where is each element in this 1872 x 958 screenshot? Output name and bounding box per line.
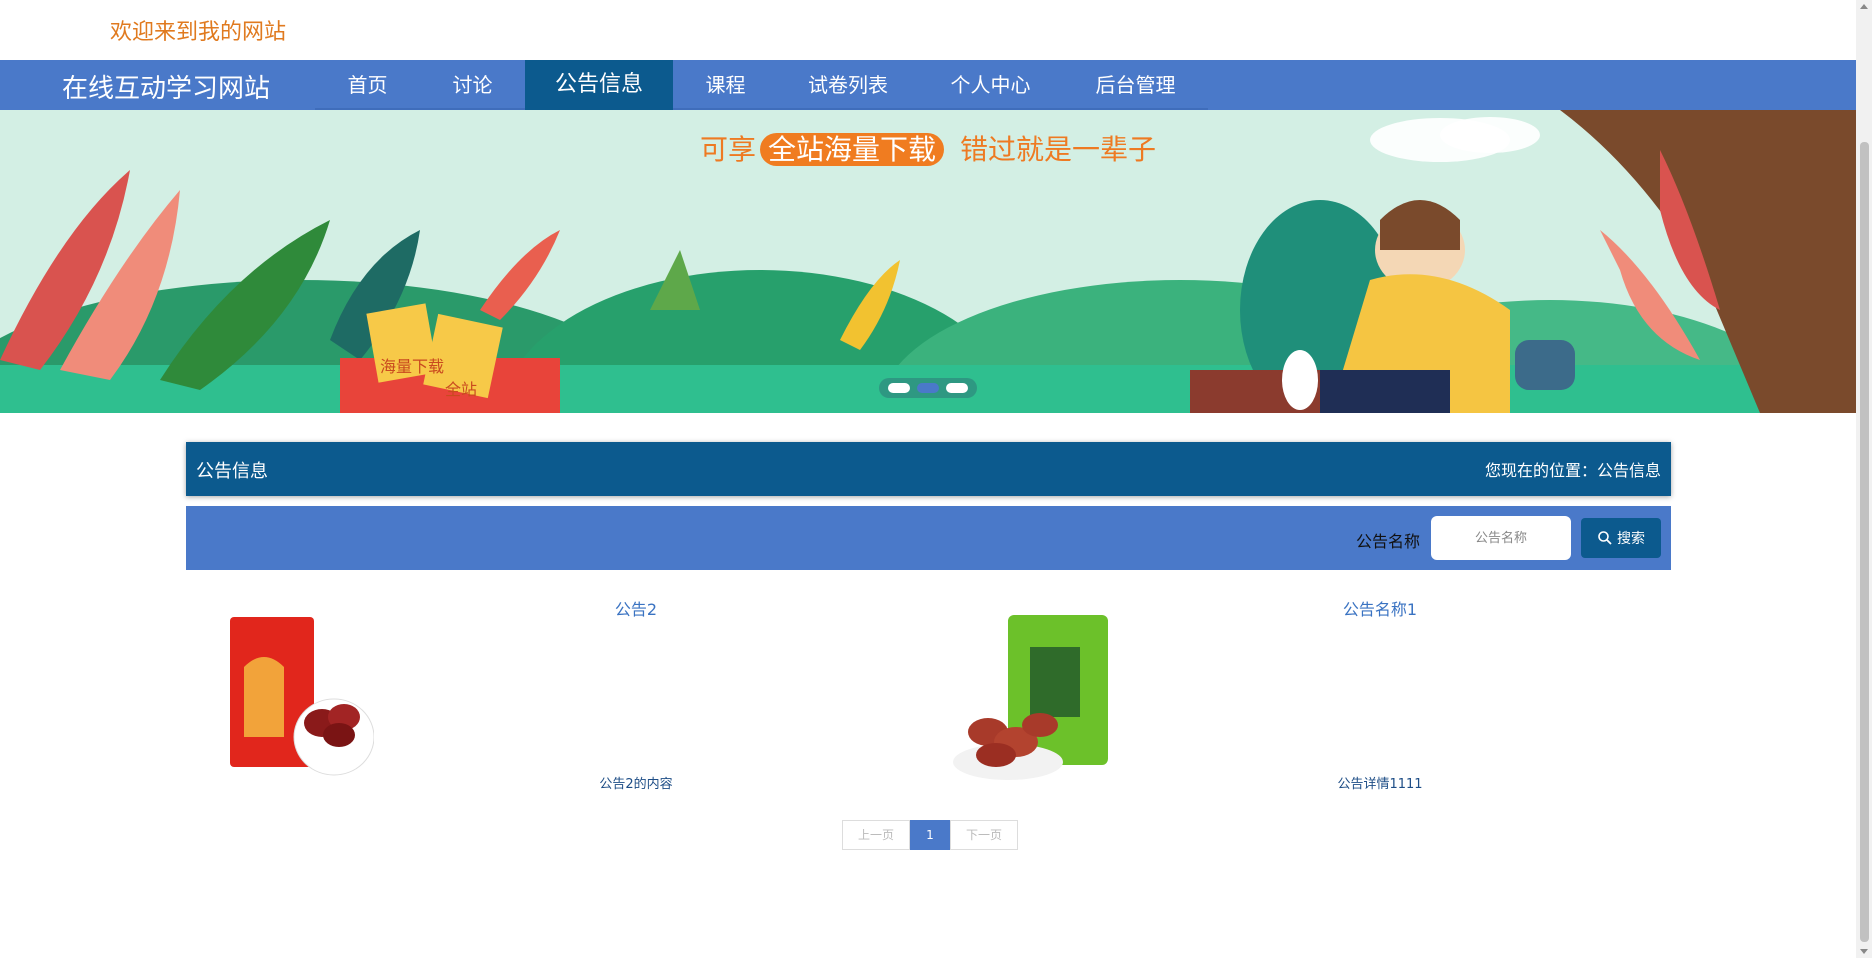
vertical-scrollbar[interactable] (1856, 0, 1872, 958)
scroll-up-arrow-icon[interactable] (1860, 4, 1868, 9)
section-title: 公告信息 (196, 461, 268, 482)
carousel-dot-2[interactable] (916, 383, 939, 393)
nav-exam-list[interactable]: 试卷列表 (778, 60, 918, 110)
banner-carousel[interactable]: 海量下载 全站 可享 全站海量下载 错过就是一辈子 (0, 110, 1856, 413)
nav-personal-center[interactable]: 个人中心 (918, 60, 1063, 110)
prev-page-button[interactable]: 上一页 (842, 820, 910, 850)
banner-text-post: 错过就是一辈子 (960, 133, 1157, 166)
section-header: 公告信息 您现在的位置：公告信息 (186, 442, 1671, 496)
carousel-dot-3[interactable] (945, 383, 968, 393)
announcement-desc: 公告详情1111 (1337, 777, 1423, 792)
search-button[interactable]: 搜索 (1581, 518, 1661, 558)
pagination: 上一页 1 下一页 (842, 820, 1018, 850)
nav-items: 首页 讨论 公告信息 课程 试卷列表 个人中心 后台管理 (315, 60, 1208, 110)
search-bar: 公告名称 搜索 (186, 506, 1671, 570)
site-brand[interactable]: 在线互动学习网站 (62, 68, 270, 105)
announcement-desc: 公告2的内容 (599, 777, 673, 792)
gift-box-text-2: 全站 (445, 380, 477, 399)
welcome-text: 欢迎来到我的网站 (110, 20, 287, 45)
banner-text-pre: 可享 (699, 133, 756, 166)
banner-text-highlight: 全站海量下载 (759, 133, 944, 166)
scroll-down-arrow-icon[interactable] (1860, 949, 1868, 954)
announcement-title[interactable]: 公告名称1 (1130, 596, 1630, 620)
announcement-image[interactable] (204, 597, 374, 787)
search-icon (1598, 531, 1612, 545)
search-button-label: 搜索 (1617, 531, 1645, 547)
search-label: 公告名称 (1356, 532, 1421, 551)
banner-headline: 可享 全站海量下载 错过就是一辈子 (0, 128, 1856, 168)
main-nav: 在线互动学习网站 首页 讨论 公告信息 课程 试卷列表 个人中心 后台管理 (0, 60, 1856, 110)
announcement-image[interactable] (948, 597, 1118, 787)
nav-discussion[interactable]: 讨论 (420, 60, 525, 110)
carousel-dot-1[interactable] (888, 383, 911, 393)
nav-admin[interactable]: 后台管理 (1063, 60, 1208, 110)
page-number-current[interactable]: 1 (910, 820, 950, 850)
breadcrumb: 您现在的位置：公告信息 (1484, 461, 1661, 480)
announcement-card[interactable]: 公告2 公告2的内容 (186, 592, 926, 792)
nav-courses[interactable]: 课程 (673, 60, 778, 110)
carousel-indicators (879, 378, 977, 398)
gift-box-text-1: 海量下载 (380, 357, 444, 376)
nav-announcements[interactable]: 公告信息 (525, 60, 673, 110)
scrollbar-thumb[interactable] (1860, 142, 1869, 942)
nav-home[interactable]: 首页 (315, 60, 420, 110)
search-input[interactable] (1431, 516, 1571, 560)
next-page-button[interactable]: 下一页 (950, 820, 1018, 850)
announcement-title[interactable]: 公告2 (386, 596, 886, 620)
page: 欢迎来到我的网站 在线互动学习网站 首页 讨论 公告信息 课程 试卷列表 个人中… (0, 0, 1856, 958)
announcement-card[interactable]: 公告名称1 公告详情1111 (930, 592, 1670, 792)
